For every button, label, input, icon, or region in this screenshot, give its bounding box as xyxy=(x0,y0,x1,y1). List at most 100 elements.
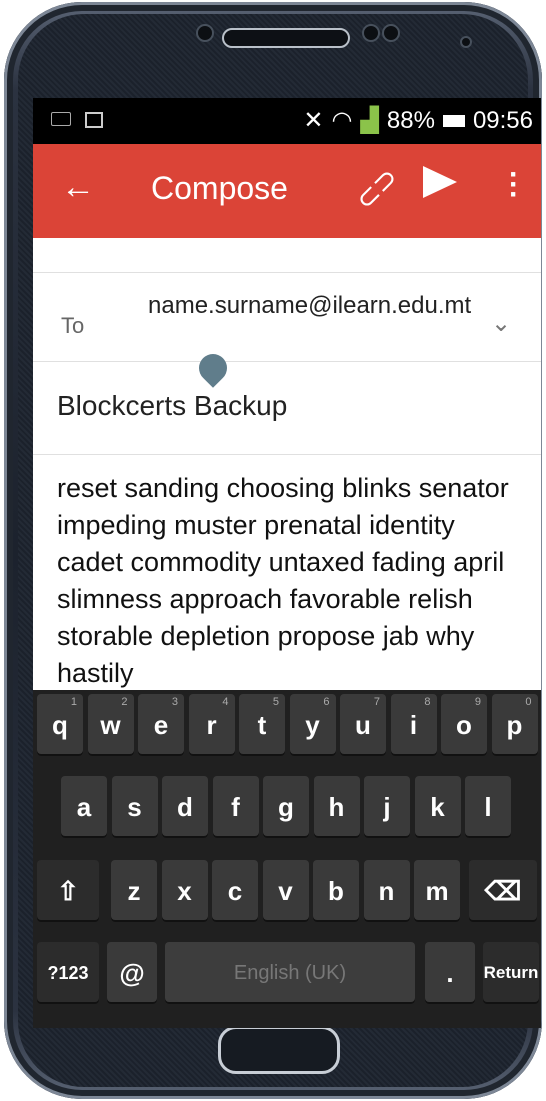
key-r-label: r xyxy=(206,709,217,740)
paperclip-icon[interactable]: ⊂⊃ xyxy=(348,160,405,217)
arrow-back-icon[interactable]: ← xyxy=(61,168,95,207)
backspace-key-label: ⌫ xyxy=(484,875,522,906)
key-u-number: 7 xyxy=(373,696,380,708)
key-n-label: n xyxy=(378,875,395,906)
key-e[interactable]: e3 xyxy=(138,694,184,756)
key-j[interactable]: j xyxy=(364,776,410,838)
key-m-label: m xyxy=(425,875,449,906)
backspace-key[interactable]: ⌫ xyxy=(469,860,537,922)
key-o-number: 9 xyxy=(474,696,481,708)
subject-row[interactable]: Blockcerts Backup xyxy=(33,362,541,455)
body-field[interactable]: reset sanding choosing blinks senator im… xyxy=(57,470,527,692)
status-bar: ✕ ◠ ▟ 88% 09:56 xyxy=(33,98,541,144)
key-p-label: p xyxy=(506,709,523,740)
at-key[interactable]: @ xyxy=(107,942,157,1004)
sensor-icon xyxy=(382,24,400,42)
page-title: Compose xyxy=(151,170,288,206)
keyboard-notification-icon xyxy=(51,112,71,126)
key-a[interactable]: a xyxy=(61,776,107,838)
key-p[interactable]: p0 xyxy=(491,694,538,756)
key-i[interactable]: i8 xyxy=(390,694,437,756)
home-button[interactable] xyxy=(218,1026,340,1074)
symbols-key-label: ?123 xyxy=(47,962,89,983)
send-icon[interactable] xyxy=(423,166,457,198)
key-p-number: 0 xyxy=(525,696,532,708)
battery-icon xyxy=(442,114,465,127)
to-label: To xyxy=(61,313,85,338)
camera-lens-icon xyxy=(460,36,472,48)
key-b[interactable]: b xyxy=(313,860,359,922)
to-row[interactable]: To name.surname@ilearn.edu.mt ⌄ xyxy=(33,273,541,362)
key-x-label: x xyxy=(177,875,192,906)
image-notification-icon xyxy=(85,112,103,128)
key-k-label: k xyxy=(430,791,445,822)
key-v-label: v xyxy=(278,875,293,906)
key-s-label: s xyxy=(127,791,142,822)
key-g-label: g xyxy=(278,791,294,822)
key-q-number: 1 xyxy=(70,696,77,708)
key-u[interactable]: u7 xyxy=(340,694,386,756)
from-row xyxy=(33,238,541,273)
key-a-label: a xyxy=(76,791,92,822)
key-y-number: 6 xyxy=(323,696,330,708)
sensor-icon xyxy=(362,24,380,42)
key-q[interactable]: q1 xyxy=(37,694,83,756)
key-y[interactable]: y6 xyxy=(289,694,336,756)
key-w-number: 2 xyxy=(121,696,128,708)
key-l-label: l xyxy=(484,791,492,822)
key-d[interactable]: d xyxy=(162,776,208,838)
period-key[interactable]: . xyxy=(425,942,475,1004)
key-w[interactable]: w2 xyxy=(87,694,134,756)
key-z-label: z xyxy=(127,875,141,906)
key-h[interactable]: h xyxy=(313,776,360,838)
return-key[interactable]: Return xyxy=(483,942,539,1004)
mute-icon: ✕ xyxy=(303,107,324,134)
app-bar: ← Compose ⊂⊃ · · · xyxy=(33,144,541,238)
subject-field[interactable]: Blockcerts Backup xyxy=(57,390,287,422)
key-m[interactable]: m xyxy=(414,860,460,922)
key-c-label: c xyxy=(227,875,243,906)
period-key-label: . xyxy=(446,957,454,988)
key-h-label: h xyxy=(328,791,345,822)
symbols-key[interactable]: ?123 xyxy=(37,942,99,1004)
battery-percent: 88% xyxy=(386,106,435,134)
key-f[interactable]: f xyxy=(212,776,259,838)
front-camera-icon xyxy=(196,24,214,42)
signal-icon: ▟ xyxy=(360,107,379,134)
key-e-label: e xyxy=(153,709,169,740)
key-v[interactable]: v xyxy=(262,860,309,922)
key-j-label: j xyxy=(383,791,391,822)
shift-key[interactable]: ⇧ xyxy=(37,860,99,922)
space-bar-label: English (UK) xyxy=(233,961,347,984)
key-t-label: t xyxy=(257,709,267,740)
clock: 09:56 xyxy=(472,106,533,134)
space-bar[interactable]: English (UK) xyxy=(165,942,415,1004)
key-c[interactable]: c xyxy=(212,860,258,922)
chevron-down-icon[interactable]: ⌄ xyxy=(491,309,511,338)
key-o[interactable]: o9 xyxy=(441,694,487,756)
key-s[interactable]: s xyxy=(111,776,158,838)
key-q-label: q xyxy=(52,709,68,740)
from-value-partial xyxy=(213,228,333,248)
more-vert-icon[interactable]: · · · xyxy=(509,160,519,210)
key-t-number: 5 xyxy=(272,696,279,708)
to-field[interactable]: name.surname@ilearn.edu.mt xyxy=(148,291,478,321)
at-key-label: @ xyxy=(119,957,145,988)
key-z[interactable]: z xyxy=(111,860,157,922)
keyboard: q 1 w 2 e 3 r 4 t 5 y 6 u 7 i 8 o 9 p 0 a s d f g h j k l ⇧ z x c v b n m ⌫ ?1… xyxy=(33,690,541,1028)
key-n[interactable]: n xyxy=(363,860,410,922)
key-g[interactable]: g xyxy=(263,776,309,838)
key-i-number: 8 xyxy=(424,696,431,708)
key-y-label: y xyxy=(305,709,320,740)
key-l[interactable]: l xyxy=(465,776,511,838)
key-t[interactable]: t5 xyxy=(239,694,285,756)
key-o-label: o xyxy=(456,709,472,740)
key-x[interactable]: x xyxy=(161,860,208,922)
key-w-label: w xyxy=(100,709,121,740)
key-k[interactable]: k xyxy=(414,776,461,838)
key-f-label: f xyxy=(231,791,240,822)
screen: ✕ ◠ ▟ 88% 09:56 ← Compose ⊂⊃ · · · To name… xyxy=(33,98,541,1028)
key-d-label: d xyxy=(177,791,193,822)
key-r[interactable]: r4 xyxy=(188,694,235,756)
key-b-label: b xyxy=(328,875,344,906)
